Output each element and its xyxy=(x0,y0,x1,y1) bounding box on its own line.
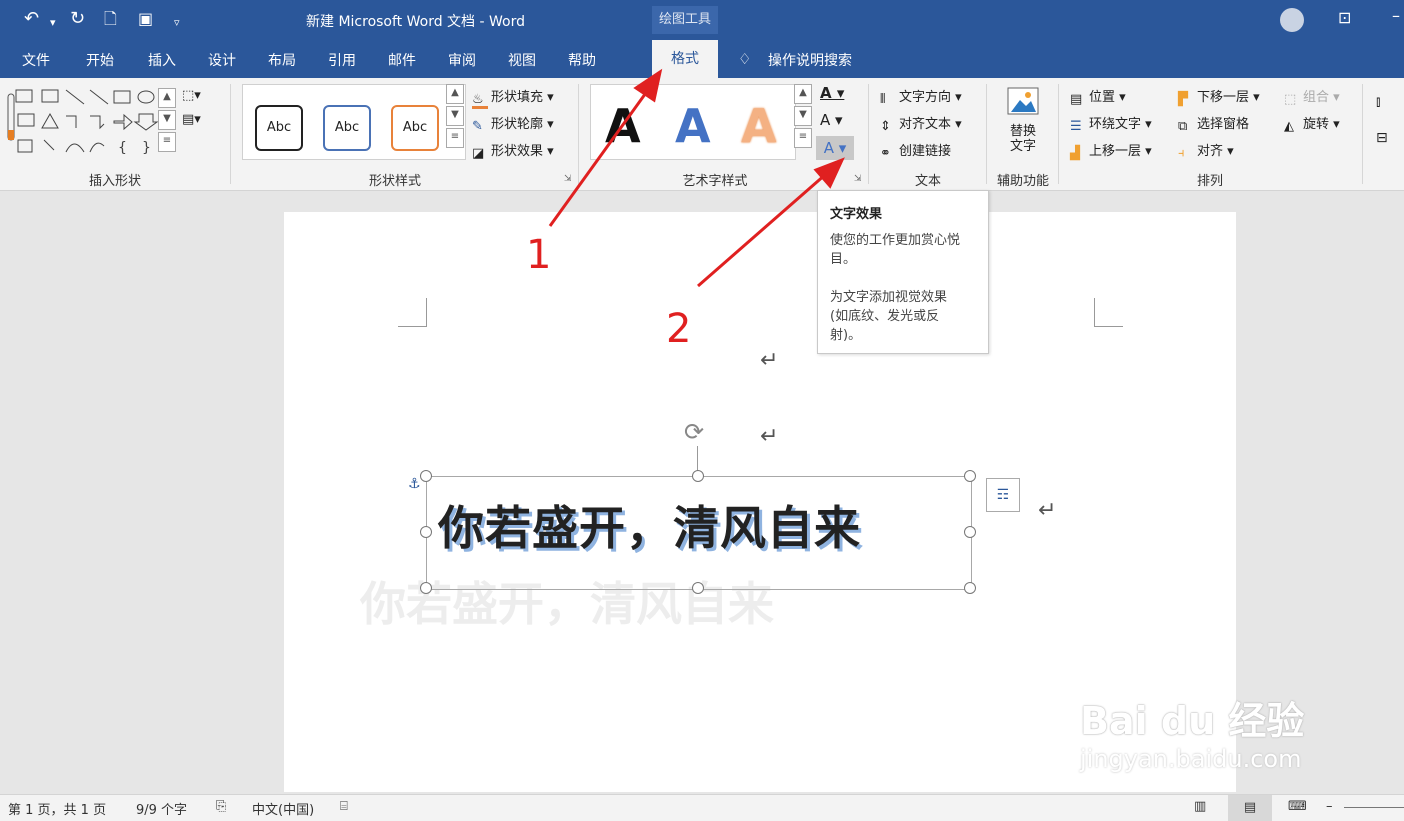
web-layout-icon[interactable]: ⌨ xyxy=(1288,799,1307,814)
zoom-out-icon[interactable]: – xyxy=(1326,799,1333,814)
zoom-slider[interactable] xyxy=(1344,807,1404,808)
annotation-arrow-2 xyxy=(697,172,827,288)
annotation-arrowhead-2 xyxy=(813,157,845,189)
annotation-arrow-1 xyxy=(548,89,650,227)
baidu-watermark: Bai du 经验 jingyan.baidu.com xyxy=(1080,690,1304,773)
language-indicator[interactable]: 中文(中国) xyxy=(252,799,314,818)
status-bar: 第 1 页，共 1 页 9/9 个字 ⎘ 中文(中国) ⌸ ▥ ▤ ⌨ – xyxy=(0,794,1404,821)
macro-icon[interactable]: ⌸ xyxy=(340,799,348,814)
annotation-number-1: 1 xyxy=(526,232,552,278)
watermark-brand: Bai du 经验 xyxy=(1080,699,1305,743)
annotation-number-2: 2 xyxy=(666,306,692,352)
print-layout-icon[interactable]: ▤ xyxy=(1228,795,1272,821)
word-count[interactable]: 9/9 个字 xyxy=(136,799,187,818)
page-count[interactable]: 第 1 页，共 1 页 xyxy=(8,799,106,818)
read-mode-icon[interactable]: ▥ xyxy=(1194,799,1206,814)
watermark-url: jingyan.baidu.com xyxy=(1080,745,1302,773)
annotation-arrowhead-1 xyxy=(633,68,663,103)
proofing-icon[interactable]: ⎘ xyxy=(216,799,226,814)
